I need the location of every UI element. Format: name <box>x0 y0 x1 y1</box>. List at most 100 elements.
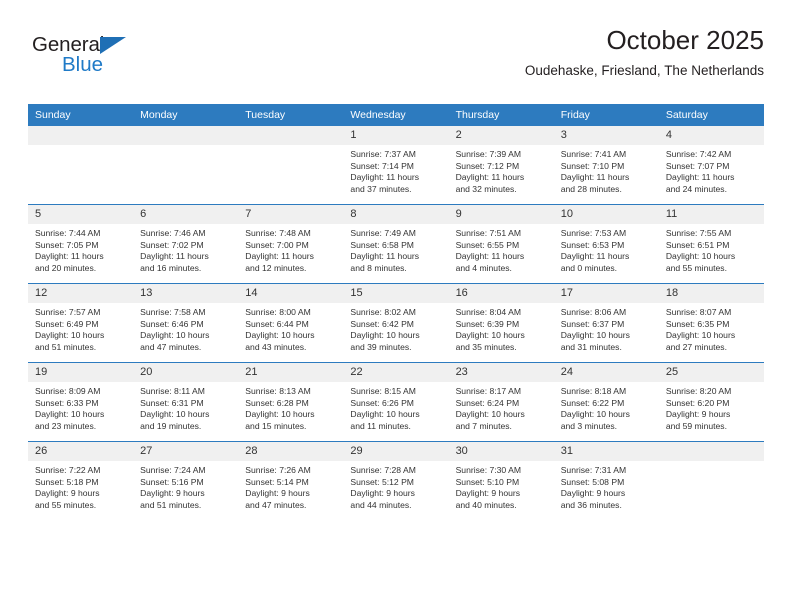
day-cell[interactable]: 28 Sunrise: 7:26 AM Sunset: 5:14 PM Dayl… <box>238 441 344 520</box>
sunset-text: Sunset: 6:22 PM <box>560 397 625 408</box>
daylight-line2: and 43 minutes. <box>245 341 307 352</box>
daylight-line1: Daylight: 10 hours <box>140 409 210 420</box>
day-number <box>28 126 134 145</box>
general-blue-logo: General Blue <box>32 34 152 82</box>
day-details: Sunrise: 7:22 AM Sunset: 5:18 PM Dayligh… <box>28 461 133 511</box>
day-cell[interactable]: 20 Sunrise: 8:11 AM Sunset: 6:31 PM Dayl… <box>133 362 239 442</box>
day-details: Sunrise: 7:57 AM Sunset: 6:49 PM Dayligh… <box>28 303 133 353</box>
daylight-line2: and 36 minutes. <box>560 499 622 510</box>
day-cell[interactable]: 23 Sunrise: 8:17 AM Sunset: 6:24 PM Dayl… <box>448 362 554 442</box>
sunset-text: Sunset: 5:18 PM <box>35 476 99 487</box>
sunrise-text: Sunrise: 7:26 AM <box>245 465 311 475</box>
day-number: 25 <box>658 363 764 382</box>
sunrise-text: Sunrise: 8:00 AM <box>245 307 311 317</box>
day-number: 4 <box>658 126 764 145</box>
day-number: 26 <box>28 442 134 461</box>
sunrise-text: Sunrise: 7:37 AM <box>350 149 416 159</box>
day-cell[interactable]: 27 Sunrise: 7:24 AM Sunset: 5:16 PM Dayl… <box>133 441 239 520</box>
day-cell[interactable]: 15 Sunrise: 8:02 AM Sunset: 6:42 PM Dayl… <box>343 283 449 363</box>
day-number: 19 <box>28 363 134 382</box>
day-cell[interactable]: 10 Sunrise: 7:53 AM Sunset: 6:53 PM Dayl… <box>553 204 659 284</box>
sunset-text: Sunset: 6:37 PM <box>560 318 625 329</box>
day-number: 28 <box>238 442 344 461</box>
calendar-body: 1 Sunrise: 7:37 AM Sunset: 7:14 PM Dayli… <box>28 126 764 520</box>
daylight-line1: Daylight: 11 hours <box>350 172 420 183</box>
sunset-text: Sunset: 6:35 PM <box>665 318 730 329</box>
day-cell-empty <box>28 126 134 205</box>
day-cell[interactable]: 13 Sunrise: 7:58 AM Sunset: 6:46 PM Dayl… <box>133 283 239 363</box>
weekday-header-saturday: Saturday <box>658 104 764 126</box>
day-details: Sunrise: 8:06 AM Sunset: 6:37 PM Dayligh… <box>554 303 659 353</box>
day-cell[interactable]: 18 Sunrise: 8:07 AM Sunset: 6:35 PM Dayl… <box>658 283 764 363</box>
sunrise-sunset-calendar: Sunday Monday Tuesday Wednesday Thursday… <box>28 104 764 520</box>
day-cell[interactable]: 3 Sunrise: 7:41 AM Sunset: 7:10 PM Dayli… <box>553 126 659 205</box>
daylight-line2: and 24 minutes. <box>665 183 727 194</box>
sunset-text: Sunset: 6:58 PM <box>350 239 414 250</box>
day-cell[interactable]: 14 Sunrise: 8:00 AM Sunset: 6:44 PM Dayl… <box>238 283 344 363</box>
day-details: Sunrise: 7:30 AM Sunset: 5:10 PM Dayligh… <box>449 461 554 511</box>
day-number: 2 <box>448 126 554 145</box>
day-cell[interactable]: 16 Sunrise: 8:04 AM Sunset: 6:39 PM Dayl… <box>448 283 554 363</box>
day-cell[interactable]: 17 Sunrise: 8:06 AM Sunset: 6:37 PM Dayl… <box>553 283 659 363</box>
day-cell[interactable]: 26 Sunrise: 7:22 AM Sunset: 5:18 PM Dayl… <box>28 441 134 520</box>
day-cell[interactable]: 9 Sunrise: 7:51 AM Sunset: 6:55 PM Dayli… <box>448 204 554 284</box>
day-details: Sunrise: 7:44 AM Sunset: 7:05 PM Dayligh… <box>28 224 133 274</box>
day-details: Sunrise: 7:51 AM Sunset: 6:55 PM Dayligh… <box>449 224 554 274</box>
day-cell[interactable]: 30 Sunrise: 7:30 AM Sunset: 5:10 PM Dayl… <box>448 441 554 520</box>
day-cell[interactable]: 11 Sunrise: 7:55 AM Sunset: 6:51 PM Dayl… <box>658 204 764 284</box>
daylight-line1: Daylight: 10 hours <box>560 409 630 420</box>
weekday-header-thursday: Thursday <box>448 104 554 126</box>
sunset-text: Sunset: 7:10 PM <box>560 160 625 171</box>
sunset-text: Sunset: 6:24 PM <box>455 397 520 408</box>
logo-triangle-icon <box>100 37 126 54</box>
day-details: Sunrise: 7:53 AM Sunset: 6:53 PM Dayligh… <box>554 224 659 274</box>
daylight-line1: Daylight: 9 hours <box>350 488 415 499</box>
day-details: Sunrise: 8:09 AM Sunset: 6:33 PM Dayligh… <box>28 382 133 432</box>
daylight-line1: Daylight: 11 hours <box>140 251 209 262</box>
daylight-line2: and 3 minutes. <box>560 420 618 431</box>
day-cell[interactable]: 21 Sunrise: 8:13 AM Sunset: 6:28 PM Dayl… <box>238 362 344 442</box>
day-cell[interactable]: 22 Sunrise: 8:15 AM Sunset: 6:26 PM Dayl… <box>343 362 449 442</box>
day-cell[interactable]: 6 Sunrise: 7:46 AM Sunset: 7:02 PM Dayli… <box>133 204 239 284</box>
day-cell[interactable]: 12 Sunrise: 7:57 AM Sunset: 6:49 PM Dayl… <box>28 283 134 363</box>
daylight-line2: and 8 minutes. <box>350 262 407 273</box>
day-number: 24 <box>553 363 659 382</box>
day-details: Sunrise: 8:17 AM Sunset: 6:24 PM Dayligh… <box>449 382 554 432</box>
day-cell[interactable]: 25 Sunrise: 8:20 AM Sunset: 6:20 PM Dayl… <box>658 362 764 442</box>
day-details: Sunrise: 8:07 AM Sunset: 6:35 PM Dayligh… <box>659 303 764 353</box>
day-cell[interactable]: 31 Sunrise: 7:31 AM Sunset: 5:08 PM Dayl… <box>553 441 659 520</box>
sunrise-text: Sunrise: 7:44 AM <box>35 228 101 238</box>
day-number: 23 <box>448 363 554 382</box>
daylight-line1: Daylight: 10 hours <box>245 330 315 341</box>
daylight-line2: and 51 minutes. <box>35 341 97 352</box>
day-details: Sunrise: 8:00 AM Sunset: 6:44 PM Dayligh… <box>238 303 343 353</box>
weekday-header-monday: Monday <box>133 104 239 126</box>
day-cell[interactable]: 8 Sunrise: 7:49 AM Sunset: 6:58 PM Dayli… <box>343 204 449 284</box>
sunrise-text: Sunrise: 7:58 AM <box>140 307 206 317</box>
page-subtitle: Oudehaske, Friesland, The Netherlands <box>524 63 764 78</box>
sunrise-text: Sunrise: 7:41 AM <box>560 149 627 159</box>
day-cell[interactable]: 24 Sunrise: 8:18 AM Sunset: 6:22 PM Dayl… <box>553 362 659 442</box>
sunset-text: Sunset: 6:55 PM <box>455 239 520 250</box>
day-number: 6 <box>133 205 239 224</box>
daylight-line2: and 55 minutes. <box>35 499 97 510</box>
day-details: Sunrise: 8:15 AM Sunset: 6:26 PM Dayligh… <box>343 382 448 432</box>
day-number: 3 <box>553 126 659 145</box>
day-details: Sunrise: 7:39 AM Sunset: 7:12 PM Dayligh… <box>449 145 554 195</box>
daylight-line2: and 7 minutes. <box>455 420 512 431</box>
day-cell[interactable]: 19 Sunrise: 8:09 AM Sunset: 6:33 PM Dayl… <box>28 362 134 442</box>
daylight-line1: Daylight: 10 hours <box>665 251 736 262</box>
day-number: 15 <box>343 284 449 303</box>
day-cell[interactable]: 5 Sunrise: 7:44 AM Sunset: 7:05 PM Dayli… <box>28 204 134 284</box>
day-number: 8 <box>343 205 449 224</box>
daylight-line1: Daylight: 11 hours <box>455 172 525 183</box>
day-cell[interactable]: 7 Sunrise: 7:48 AM Sunset: 7:00 PM Dayli… <box>238 204 344 284</box>
daylight-line2: and 44 minutes. <box>350 499 412 510</box>
daylight-line1: Daylight: 9 hours <box>245 488 310 499</box>
sunrise-text: Sunrise: 7:28 AM <box>350 465 416 475</box>
sunset-text: Sunset: 5:08 PM <box>560 476 625 487</box>
day-cell[interactable]: 29 Sunrise: 7:28 AM Sunset: 5:12 PM Dayl… <box>343 441 449 520</box>
day-cell[interactable]: 2 Sunrise: 7:39 AM Sunset: 7:12 PM Dayli… <box>448 126 554 205</box>
day-cell[interactable]: 1 Sunrise: 7:37 AM Sunset: 7:14 PM Dayli… <box>343 126 449 205</box>
day-cell[interactable]: 4 Sunrise: 7:42 AM Sunset: 7:07 PM Dayli… <box>658 126 764 205</box>
